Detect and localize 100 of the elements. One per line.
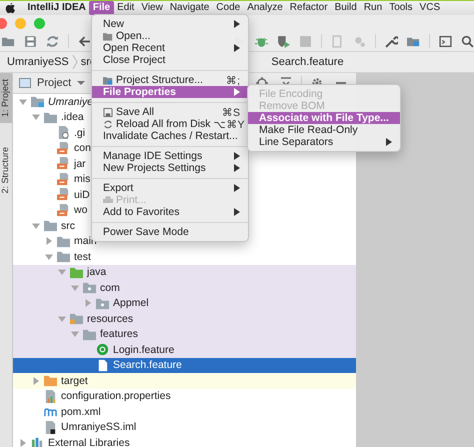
refresh-icon [103,120,113,128]
folder-icon [95,296,110,310]
menu-bar-item[interactable]: Code [212,1,244,15]
tree-toggle[interactable] [32,113,40,122]
menu-item[interactable]: Manage IDE Settings [92,150,248,162]
tree-toggle[interactable] [71,330,79,338]
breadcrumb[interactable]: UmraniyeSS [4,56,72,68]
tree-toggle[interactable] [19,98,27,106]
tree-item[interactable]: Appmel [113,297,149,310]
tree-item[interactable]: target [61,374,88,387]
stop-icon[interactable] [299,34,312,48]
menu-item[interactable]: Export [92,182,248,194]
zoom-button[interactable] [34,18,45,28]
tree-item[interactable]: wo [74,204,88,216]
tree-item[interactable]: java [87,266,106,278]
tree-toggle[interactable] [84,299,92,308]
terminal-icon[interactable] [439,34,452,48]
menu-item[interactable]: New Projects Settings [92,162,248,174]
tree-item[interactable]: Login.feature [113,344,174,356]
tree-item[interactable]: Search.feature [113,359,182,372]
folder-grid-icon [103,76,113,84]
refresh-icon[interactable] [46,34,59,48]
folder-icon [43,219,58,232]
tree-toggle[interactable] [58,314,66,323]
menu-item[interactable]: Open... [92,30,248,42]
wrench-icon[interactable] [385,34,398,48]
tree-item[interactable]: com [100,282,120,294]
device-icon[interactable] [331,34,344,48]
chart-file-icon [43,390,58,403]
tree-item[interactable]: test [74,250,91,263]
menu-item[interactable]: Associate with File Type... [248,112,400,124]
save-icon [103,108,113,116]
menu-bar-item[interactable]: Tools [386,1,416,15]
tree-item[interactable]: .gi [74,126,86,139]
menu-bar-item[interactable]: Build [331,1,360,15]
menu-bar-item[interactable]: VCS [416,1,444,15]
tree-item[interactable]: jar [74,158,86,170]
tree-toggle[interactable] [58,268,66,276]
tree-item[interactable]: pom.xml [61,406,101,418]
tree-item[interactable]: configuration.properties [61,390,171,402]
tree-item[interactable]: con [74,142,91,154]
tree-item[interactable]: features [100,328,138,340]
tree-toggle[interactable] [45,237,53,246]
menu-item[interactable]: Project Structure... ⌘; [92,74,248,86]
menu-item[interactable]: Line Separators [248,136,400,148]
menu-item[interactable]: New [92,18,248,30]
menu-bar-item[interactable]: Navigate [166,1,213,15]
breadcrumb[interactable]: Search.feature [268,56,347,68]
chevron-icon [72,54,78,70]
caret-icon[interactable] [77,80,86,86]
menu-item[interactable]: Reload All from Disk ⌥⌘Y [92,118,248,130]
menu-bar-item[interactable]: View [138,1,166,15]
tree-item[interactable]: main [74,235,97,248]
tree-item[interactable]: uiD [74,188,90,201]
tree-item[interactable]: Umraniye [48,96,93,108]
minimize-button[interactable] [15,18,26,28]
cucumber-icon [95,343,110,356]
menu-item[interactable]: File Properties [92,86,248,98]
tree-item[interactable]: mis [74,173,90,186]
file-icon [43,420,58,434]
folder-icon [69,312,84,326]
menu-item[interactable]: Open Recent [92,42,248,54]
project-view-dropdown[interactable]: Project [37,77,72,89]
menu-bar-item[interactable]: Run [360,1,386,15]
menu-bar-item[interactable]: File [89,1,114,15]
library-icon [30,436,45,447]
xml-file-icon [56,172,71,186]
menu-item[interactable]: Power Save Mode [92,226,248,238]
tree-toggle[interactable] [45,252,53,261]
menu-item[interactable]: Make File Read-Only [248,124,400,136]
tree-toggle[interactable] [32,376,40,385]
xml-file-icon [56,188,71,202]
tree-item[interactable]: External Libraries [48,436,130,447]
printer-icon [103,196,113,204]
tree-toggle[interactable] [32,222,40,230]
tree-item[interactable]: resources [87,312,134,325]
tree-toggle[interactable] [19,438,27,447]
xml-file-icon [56,142,71,155]
search-icon[interactable] [461,34,474,48]
tool-window-tab[interactable]: 1: Project [0,73,12,124]
menu-item[interactable]: Add to Favorites [92,206,248,218]
shield-run-icon[interactable] [277,34,290,48]
folder-icon [103,32,113,40]
tree-item[interactable]: src [61,220,75,232]
file-icon [56,126,71,140]
menu-bar-item[interactable]: Edit [114,1,138,15]
menu-item[interactable]: Invalidate Caches / Restart... [92,130,248,142]
menu-bar-item[interactable]: IntelliJ IDEA [24,1,90,15]
menu-item[interactable]: Save All ⌘S [92,106,248,118]
menu-bar-item[interactable]: Refactor [286,1,332,15]
back-arrow-icon[interactable] [78,34,91,48]
gears-icon[interactable] [353,34,366,48]
menu-bar-item[interactable]: Analyze [244,1,286,15]
folder-icon [30,95,45,108]
save-icon[interactable] [24,34,37,48]
tree-item[interactable]: UmraniyeSS.iml [61,421,136,434]
tool-window-tab[interactable]: 2: Structure [0,141,12,200]
tree-item[interactable]: .idea [61,111,84,124]
apple-icon[interactable] [5,2,16,14]
tree-toggle[interactable] [71,284,79,292]
